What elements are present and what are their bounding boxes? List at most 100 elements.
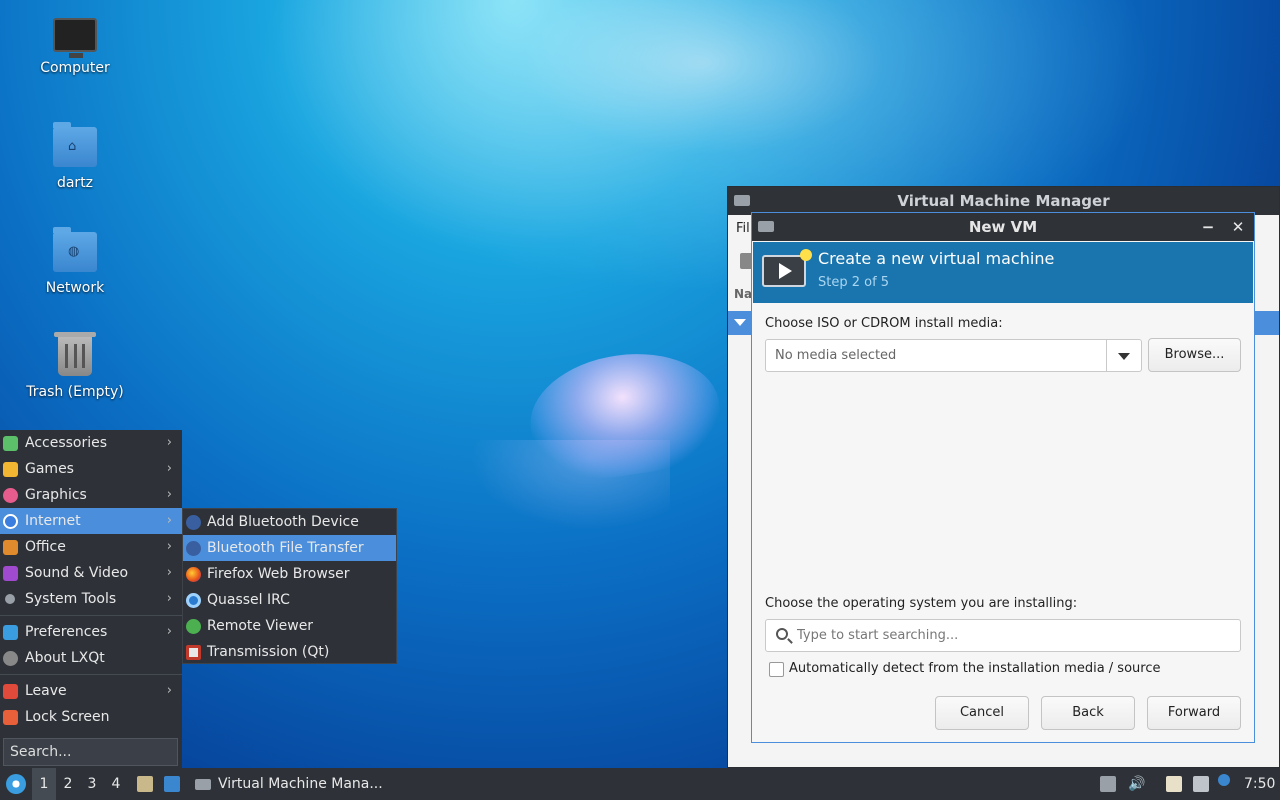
menu-item-label: System Tools bbox=[25, 591, 117, 607]
menu-item-graphics[interactable]: Graphics › bbox=[0, 482, 182, 508]
header-title: Create a new virtual machine bbox=[818, 249, 1055, 268]
menu-item-office[interactable]: Office › bbox=[0, 534, 182, 560]
desktop-icon-home[interactable]: ⌂ dartz bbox=[20, 122, 130, 191]
desktop-icon-trash[interactable]: Trash (Empty) bbox=[20, 332, 130, 400]
eject-icon[interactable] bbox=[1100, 776, 1116, 792]
dialog-title: New VM bbox=[968, 218, 1038, 236]
menu-item-preferences[interactable]: Preferences › bbox=[0, 619, 182, 645]
search-icon bbox=[776, 628, 788, 640]
vmm-titlebar[interactable]: Virtual Machine Manager bbox=[728, 187, 1279, 215]
transmission-icon bbox=[186, 645, 201, 660]
close-icon[interactable]: ✕ bbox=[1226, 213, 1250, 241]
notification-icon[interactable] bbox=[1218, 774, 1230, 786]
menu-item-about[interactable]: About LXQt bbox=[0, 645, 182, 671]
desktop-icon-label: dartz bbox=[56, 175, 94, 191]
preferences-icon bbox=[3, 625, 18, 640]
internet-submenu: Add Bluetooth Device Bluetooth File Tran… bbox=[182, 508, 397, 664]
os-label: Choose the operating system you are inst… bbox=[765, 596, 1078, 611]
chevron-right-icon: › bbox=[166, 513, 172, 528]
chevron-right-icon: › bbox=[166, 624, 172, 639]
workspace-1[interactable]: 1 bbox=[32, 768, 56, 800]
submenu-item-label: Bluetooth File Transfer bbox=[207, 540, 364, 556]
system-tools-icon bbox=[5, 594, 15, 604]
task-vmm[interactable]: Virtual Machine Mana... bbox=[190, 768, 390, 800]
start-menu-button[interactable] bbox=[0, 768, 32, 800]
menu-item-accessories[interactable]: Accessories › bbox=[0, 430, 182, 456]
os-search-input[interactable]: Type to start searching... bbox=[765, 619, 1241, 652]
workspace-3[interactable]: 3 bbox=[80, 768, 104, 800]
desktop-icon-network[interactable]: ◍ Network bbox=[20, 227, 130, 296]
menu-search-input[interactable]: Search... bbox=[3, 738, 178, 766]
chevron-right-icon: › bbox=[166, 487, 172, 502]
power-icon bbox=[3, 684, 18, 699]
show-desktop-button[interactable] bbox=[160, 768, 186, 800]
submenu-item-remote-viewer[interactable]: Remote Viewer bbox=[183, 613, 396, 639]
header-step: Step 2 of 5 bbox=[818, 275, 890, 290]
submenu-item-firefox[interactable]: Firefox Web Browser bbox=[183, 561, 396, 587]
menu-item-label: Leave bbox=[25, 683, 67, 699]
chevron-down-icon[interactable] bbox=[1106, 340, 1141, 371]
info-icon bbox=[3, 651, 18, 666]
app-icon bbox=[758, 221, 774, 232]
office-icon bbox=[3, 540, 18, 555]
media-combo[interactable]: No media selected bbox=[765, 339, 1142, 372]
clipboard-icon[interactable] bbox=[1166, 776, 1182, 792]
menu-item-label: Office bbox=[25, 539, 66, 555]
forward-button[interactable]: Forward bbox=[1147, 696, 1241, 730]
vmm-menu-file[interactable]: Fil bbox=[736, 221, 750, 236]
menu-item-label: Accessories bbox=[25, 435, 108, 451]
auto-detect-label[interactable]: Automatically detect from the installati… bbox=[789, 661, 1160, 676]
workspace-4[interactable]: 4 bbox=[104, 768, 128, 800]
menu-item-leave[interactable]: Leave › bbox=[0, 678, 182, 704]
clock[interactable]: 7:50 bbox=[1244, 768, 1280, 800]
desktop-icon-label: Trash (Empty) bbox=[26, 384, 124, 400]
os-search-placeholder: Type to start searching... bbox=[797, 628, 959, 643]
desktop-icon bbox=[164, 776, 180, 792]
internet-icon bbox=[3, 514, 18, 529]
app-icon bbox=[734, 195, 750, 206]
submenu-item-transmission[interactable]: Transmission (Qt) bbox=[183, 639, 396, 665]
auto-detect-checkbox[interactable] bbox=[769, 662, 784, 677]
cancel-button[interactable]: Cancel bbox=[935, 696, 1029, 730]
home-folder-icon: ⌂ bbox=[53, 122, 97, 167]
file-manager-launcher[interactable] bbox=[134, 768, 156, 800]
task-label: Virtual Machine Mana... bbox=[218, 776, 383, 792]
submenu-item-quassel[interactable]: Quassel IRC bbox=[183, 587, 396, 613]
menu-item-label: About LXQt bbox=[25, 650, 105, 666]
submenu-item-add-bluetooth[interactable]: Add Bluetooth Device bbox=[183, 509, 396, 535]
workspace-2[interactable]: 2 bbox=[56, 768, 80, 800]
menu-item-lock-screen[interactable]: Lock Screen bbox=[0, 704, 182, 730]
quassel-icon bbox=[186, 593, 201, 608]
remote-viewer-icon bbox=[186, 619, 201, 634]
network-folder-icon: ◍ bbox=[53, 227, 97, 272]
lxqt-logo-icon bbox=[6, 774, 26, 794]
chevron-right-icon: › bbox=[166, 683, 172, 698]
browse-button[interactable]: Browse... bbox=[1148, 338, 1241, 372]
games-icon bbox=[3, 462, 18, 477]
menu-item-internet[interactable]: Internet › bbox=[0, 508, 182, 534]
minimize-icon[interactable]: − bbox=[1196, 213, 1220, 241]
submenu-item-label: Firefox Web Browser bbox=[207, 566, 350, 582]
app-icon bbox=[195, 779, 211, 790]
desktop-icon-label: Computer bbox=[40, 60, 110, 76]
wallpaper-jellyfish bbox=[522, 342, 728, 488]
desktop-icon-computer[interactable]: Computer bbox=[20, 18, 130, 76]
chevron-right-icon: › bbox=[166, 435, 172, 450]
sound-video-icon bbox=[3, 566, 18, 581]
menu-item-label: Games bbox=[25, 461, 74, 477]
menu-item-label: Internet bbox=[25, 513, 81, 529]
volume-icon[interactable]: 🔊 bbox=[1128, 776, 1145, 792]
menu-item-games[interactable]: Games › bbox=[0, 456, 182, 482]
bluetooth-icon bbox=[186, 515, 201, 530]
desktop-icon-label: Network bbox=[45, 280, 105, 296]
vmm-selected-row-end bbox=[1253, 311, 1279, 335]
back-button[interactable]: Back bbox=[1041, 696, 1135, 730]
menu-item-label: Graphics bbox=[25, 487, 87, 503]
menu-item-system-tools[interactable]: System Tools › bbox=[0, 586, 182, 612]
menu-item-sound-video[interactable]: Sound & Video › bbox=[0, 560, 182, 586]
network-icon[interactable] bbox=[1193, 776, 1209, 792]
submenu-item-bluetooth-transfer[interactable]: Bluetooth File Transfer bbox=[183, 535, 396, 561]
dialog-titlebar[interactable]: New VM − ✕ bbox=[752, 213, 1254, 241]
trash-icon bbox=[54, 332, 96, 376]
chevron-right-icon: › bbox=[166, 539, 172, 554]
